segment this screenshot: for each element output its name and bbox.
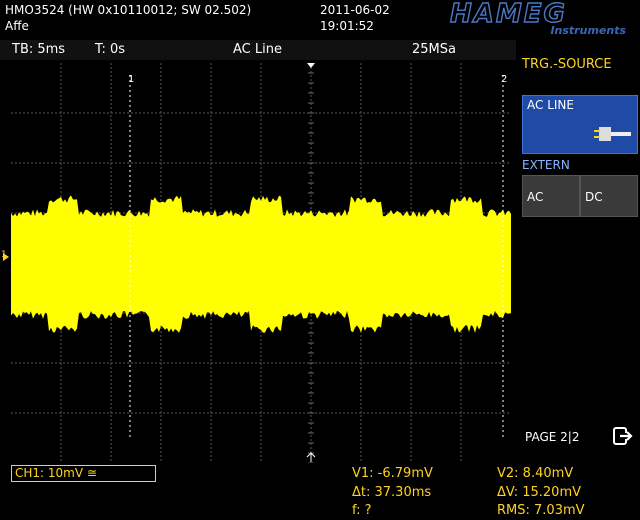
hameg-logo: HAMEG Instruments <box>449 0 632 38</box>
ch1-scale-label: CH1: 10mV ≅ <box>15 466 97 480</box>
plug-icon <box>594 127 631 141</box>
extern-dc-label: DC <box>585 190 603 204</box>
ac-line-label: AC LINE <box>527 98 574 112</box>
trigger-source-readout[interactable]: AC Line <box>233 42 282 57</box>
ch1-scale-box[interactable]: CH1: 10mV ≅ <box>11 465 156 482</box>
extern-dc-button[interactable]: DC <box>580 175 638 217</box>
rms-readout: RMS: 7.03mV <box>497 503 585 518</box>
ac-line-button[interactable]: AC LINE <box>522 95 638 154</box>
extern-ac-button[interactable]: AC <box>522 175 580 217</box>
delta-v-readout: ΔV: 15.20mV <box>497 485 582 500</box>
brand-subtitle: Instruments <box>550 24 626 37</box>
ch1-trace <box>11 195 511 333</box>
menu-title: TRG.-SOURCE <box>522 57 612 72</box>
ch1-arrow-icon <box>3 253 9 261</box>
sample-rate-readout: 25MSa <box>412 42 456 57</box>
save-name: Affe <box>5 19 29 33</box>
cursor-v1-readout: V1: -6.79mV <box>352 466 433 481</box>
cursor-1-label: 1 <box>128 74 134 85</box>
exit-menu-icon[interactable] <box>612 425 634 447</box>
time-display: 19:01:52 <box>320 19 374 33</box>
timebase-readout[interactable]: TB: 5ms <box>12 42 65 57</box>
cursor-2-label: 2 <box>501 74 507 85</box>
date-display: 2011-06-02 <box>320 3 390 17</box>
extern-ac-label: AC <box>527 190 544 204</box>
page-indicator[interactable]: PAGE 2|2 <box>525 430 579 444</box>
extern-label: EXTERN <box>522 158 570 172</box>
delta-t-readout: Δt: 37.30ms <box>352 485 432 500</box>
cursor-v2-readout: V2: 8.40mV <box>497 466 574 481</box>
brand-name: HAMEG <box>449 0 567 30</box>
device-info: HMO3524 (HW 0x10110012; SW 02.502) <box>5 3 252 17</box>
waveform-display[interactable]: 1 2 <box>11 63 511 463</box>
frequency-readout: f: ? <box>352 503 372 518</box>
trigger-time-readout[interactable]: T: 0s <box>95 42 125 57</box>
